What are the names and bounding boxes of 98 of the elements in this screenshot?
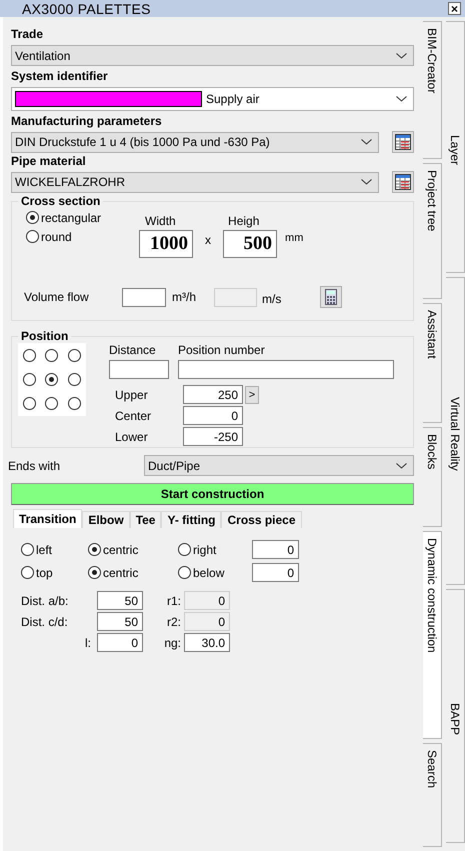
field-label: r2: bbox=[166, 614, 182, 628]
chevron-icon bbox=[396, 96, 407, 102]
field-label: r1: bbox=[166, 594, 182, 608]
radio-label[interactable]: rectangular bbox=[41, 210, 102, 224]
radio-label[interactable]: centric bbox=[103, 566, 138, 580]
dropdown[interactable]: DIN Druckstufe 1 u 4 (bis 1000 Pa und -630 Pa) bbox=[11, 132, 379, 152]
radio-button[interactable] bbox=[88, 566, 101, 579]
distance-field[interactable] bbox=[109, 360, 169, 379]
tab[interactable]: Y- fitting bbox=[161, 511, 222, 528]
field-label: Volume flow bbox=[23, 290, 90, 304]
tab[interactable]: Transition bbox=[13, 509, 82, 528]
radio-label[interactable]: below bbox=[193, 566, 224, 580]
anchor-radio[interactable] bbox=[45, 348, 58, 362]
radio-button[interactable] bbox=[26, 211, 39, 224]
window-title: AX3000 PALETTES bbox=[22, 0, 151, 16]
unit-text: m³/h bbox=[172, 290, 197, 304]
radio-button[interactable] bbox=[21, 543, 34, 556]
unit-text: m/s bbox=[262, 292, 282, 306]
anchor-radio[interactable] bbox=[45, 397, 58, 410]
parameter-field[interactable]: 0 bbox=[97, 633, 143, 652]
parameter-field[interactable]: 50 bbox=[97, 612, 143, 631]
anchor-radio[interactable] bbox=[68, 372, 82, 386]
parameter-field[interactable]: 50 bbox=[97, 591, 143, 610]
side-tab[interactable]: BIM-Creator bbox=[423, 21, 442, 159]
volume-flow-field[interactable] bbox=[122, 288, 166, 306]
anchor-radio[interactable] bbox=[22, 372, 36, 386]
field-label: Upper bbox=[114, 388, 149, 402]
unit-text: mm bbox=[285, 232, 304, 244]
offset-field[interactable]: 250 bbox=[183, 385, 243, 404]
field-label: System identifier bbox=[11, 69, 108, 83]
tab[interactable]: Tee bbox=[130, 511, 162, 528]
chevron-icon bbox=[361, 139, 372, 145]
radio-button[interactable] bbox=[178, 566, 191, 579]
start-construction-button[interactable]: Start construction bbox=[11, 483, 414, 505]
offset-field[interactable]: 0 bbox=[252, 563, 299, 582]
field-label: Position number bbox=[178, 343, 266, 357]
field-label: Distance bbox=[109, 343, 157, 357]
offset-field[interactable]: -250 bbox=[183, 427, 243, 446]
table-icon bbox=[395, 174, 411, 190]
separator-text: x bbox=[205, 233, 212, 247]
field-label: ng: bbox=[163, 636, 182, 650]
step-button[interactable]: > bbox=[245, 386, 259, 404]
height-field[interactable]: 500 bbox=[223, 230, 278, 258]
dropdown[interactable]: Supply air bbox=[11, 87, 414, 111]
radio-button[interactable] bbox=[26, 230, 39, 243]
calculator-icon bbox=[325, 289, 337, 305]
side-tab[interactable]: Virtual Reality bbox=[446, 277, 465, 585]
field-label: Ends with bbox=[8, 458, 62, 472]
anchor-radio[interactable] bbox=[22, 397, 36, 410]
field-label: Dist. a/b: bbox=[21, 594, 70, 608]
side-tab[interactable]: Layer bbox=[446, 21, 465, 273]
chevron-icon bbox=[361, 179, 372, 185]
table-button[interactable] bbox=[392, 131, 414, 153]
field-label: Lower bbox=[114, 430, 149, 444]
position-number-field[interactable] bbox=[178, 360, 394, 379]
field-label: Width bbox=[144, 214, 177, 228]
anchor-radio[interactable] bbox=[45, 372, 58, 386]
table-button[interactable] bbox=[392, 171, 414, 193]
parameter-field[interactable]: 30.0 bbox=[184, 633, 230, 652]
table-icon bbox=[395, 134, 411, 150]
close-button[interactable]: × bbox=[448, 2, 461, 15]
field-label: l: bbox=[84, 636, 92, 650]
chevron-icon bbox=[396, 462, 407, 468]
side-tab[interactable]: Project tree bbox=[423, 163, 442, 299]
radio-label[interactable]: centric bbox=[103, 542, 138, 556]
field-label: Pipe material bbox=[11, 154, 86, 168]
tab[interactable]: Cross piece bbox=[221, 511, 302, 528]
anchor-radio[interactable] bbox=[22, 348, 36, 362]
side-tab[interactable]: BAPP bbox=[446, 589, 465, 843]
radio-label[interactable]: right bbox=[193, 542, 216, 556]
radio-label[interactable]: round bbox=[41, 230, 72, 244]
anchor-radio[interactable] bbox=[68, 397, 82, 410]
group-title: Position bbox=[20, 329, 70, 343]
radio-button[interactable] bbox=[178, 543, 191, 556]
tab[interactable]: Elbow bbox=[82, 511, 130, 528]
radio-label[interactable]: top bbox=[36, 566, 53, 580]
field-label: Trade bbox=[11, 27, 44, 41]
side-tab[interactable]: Assistant bbox=[423, 303, 442, 423]
side-tab[interactable]: Blocks bbox=[423, 427, 442, 527]
field-label: Center bbox=[114, 408, 152, 422]
radio-label[interactable]: left bbox=[36, 542, 52, 556]
offset-field[interactable]: 0 bbox=[183, 406, 243, 425]
width-field[interactable]: 1000 bbox=[139, 230, 194, 258]
radio-button[interactable] bbox=[88, 543, 101, 556]
chevron-icon bbox=[396, 52, 407, 58]
radio-button[interactable] bbox=[21, 566, 34, 579]
side-tab[interactable]: Dynamic construction bbox=[423, 531, 442, 739]
field-label: Manufacturing parameters bbox=[11, 114, 162, 128]
field-label: Heigh bbox=[227, 214, 260, 228]
group-title: Cross section bbox=[20, 194, 102, 208]
dropdown[interactable]: Duct/Pipe bbox=[144, 455, 414, 476]
dropdown[interactable]: Ventilation bbox=[11, 45, 414, 66]
calculator-button[interactable] bbox=[320, 286, 342, 308]
anchor-radio[interactable] bbox=[68, 348, 82, 362]
offset-field[interactable]: 0 bbox=[252, 540, 299, 559]
field-label: Dist. c/d: bbox=[21, 614, 69, 628]
dropdown[interactable]: WICKELFALZROHR bbox=[11, 172, 379, 192]
side-tab[interactable]: Search bbox=[423, 743, 442, 847]
